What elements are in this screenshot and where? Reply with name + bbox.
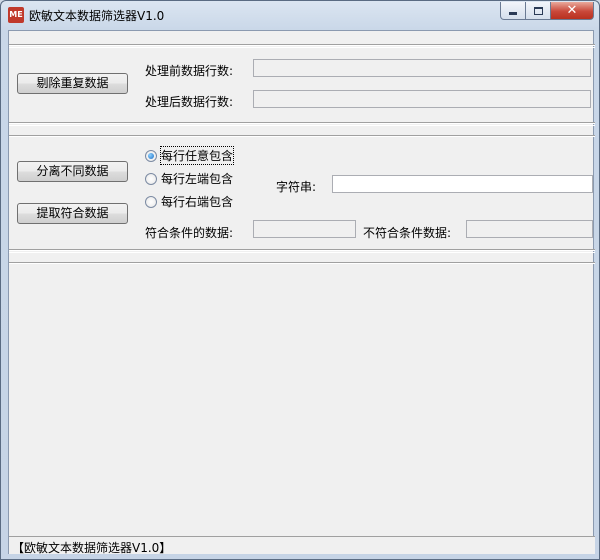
divider (9, 125, 595, 126)
nomatch-count-field[interactable] (466, 220, 593, 238)
match-count-field[interactable] (253, 220, 356, 238)
radio-checked-icon (145, 149, 157, 162)
divider (9, 252, 595, 253)
string-input[interactable] (332, 175, 593, 193)
radio-any-contains[interactable]: 每行任意包含 (145, 146, 235, 165)
maximize-button[interactable] (526, 2, 551, 20)
radio-right-contains[interactable]: 每行右端包含 (145, 193, 233, 210)
status-bar: 【欧敏文本数据筛选器V1.0】 (9, 536, 595, 555)
window-title: 欧敏文本数据筛选器V1.0 (29, 9, 165, 23)
close-button[interactable]: ✕ (551, 2, 594, 20)
radio-unchecked-icon (145, 195, 157, 208)
radio-left-contains[interactable]: 每行左端包含 (145, 170, 233, 187)
close-icon: ✕ (566, 2, 578, 18)
divider (9, 47, 595, 48)
string-label: 字符串: (276, 180, 317, 194)
separator-4 (9, 262, 595, 264)
separator-1 (9, 122, 595, 124)
separate-data-button[interactable]: 分离不同数据 (17, 161, 128, 182)
radio-unchecked-icon (145, 172, 157, 185)
after-count-label: 处理后数据行数: (145, 95, 234, 109)
before-count-label: 处理前数据行数: (145, 64, 234, 78)
app-logo-icon: ME (8, 7, 24, 23)
separator-top (9, 44, 595, 46)
nomatch-label: 不符合条件数据: (363, 226, 452, 240)
after-count-field[interactable] (253, 90, 591, 108)
app-window: ME 欧敏文本数据筛选器V1.0 ✕ 剔除重复数据 处理前数据行数: 处理后数据… (0, 0, 600, 560)
title-bar[interactable]: ME 欧敏文本数据筛选器V1.0 ✕ (1, 1, 599, 29)
match-label: 符合条件的数据: (145, 226, 234, 240)
status-text: 【欧敏文本数据筛选器V1.0】 (12, 541, 172, 555)
maximize-icon (533, 6, 543, 15)
window-controls: ✕ (500, 2, 594, 20)
separator-3 (9, 249, 595, 251)
radio-label: 每行任意包含 (159, 146, 235, 165)
minimize-icon (509, 12, 517, 15)
client-area: 剔除重复数据 处理前数据行数: 处理后数据行数: 分离不同数据 提取符合数据 每… (8, 30, 595, 555)
remove-duplicates-button[interactable]: 剔除重复数据 (17, 73, 128, 94)
minimize-button[interactable] (500, 2, 526, 20)
before-count-field[interactable] (253, 59, 591, 77)
radio-label: 每行右端包含 (161, 195, 234, 209)
separator-2 (9, 135, 595, 137)
extract-data-button[interactable]: 提取符合数据 (17, 203, 128, 224)
radio-label: 每行左端包含 (161, 172, 234, 186)
